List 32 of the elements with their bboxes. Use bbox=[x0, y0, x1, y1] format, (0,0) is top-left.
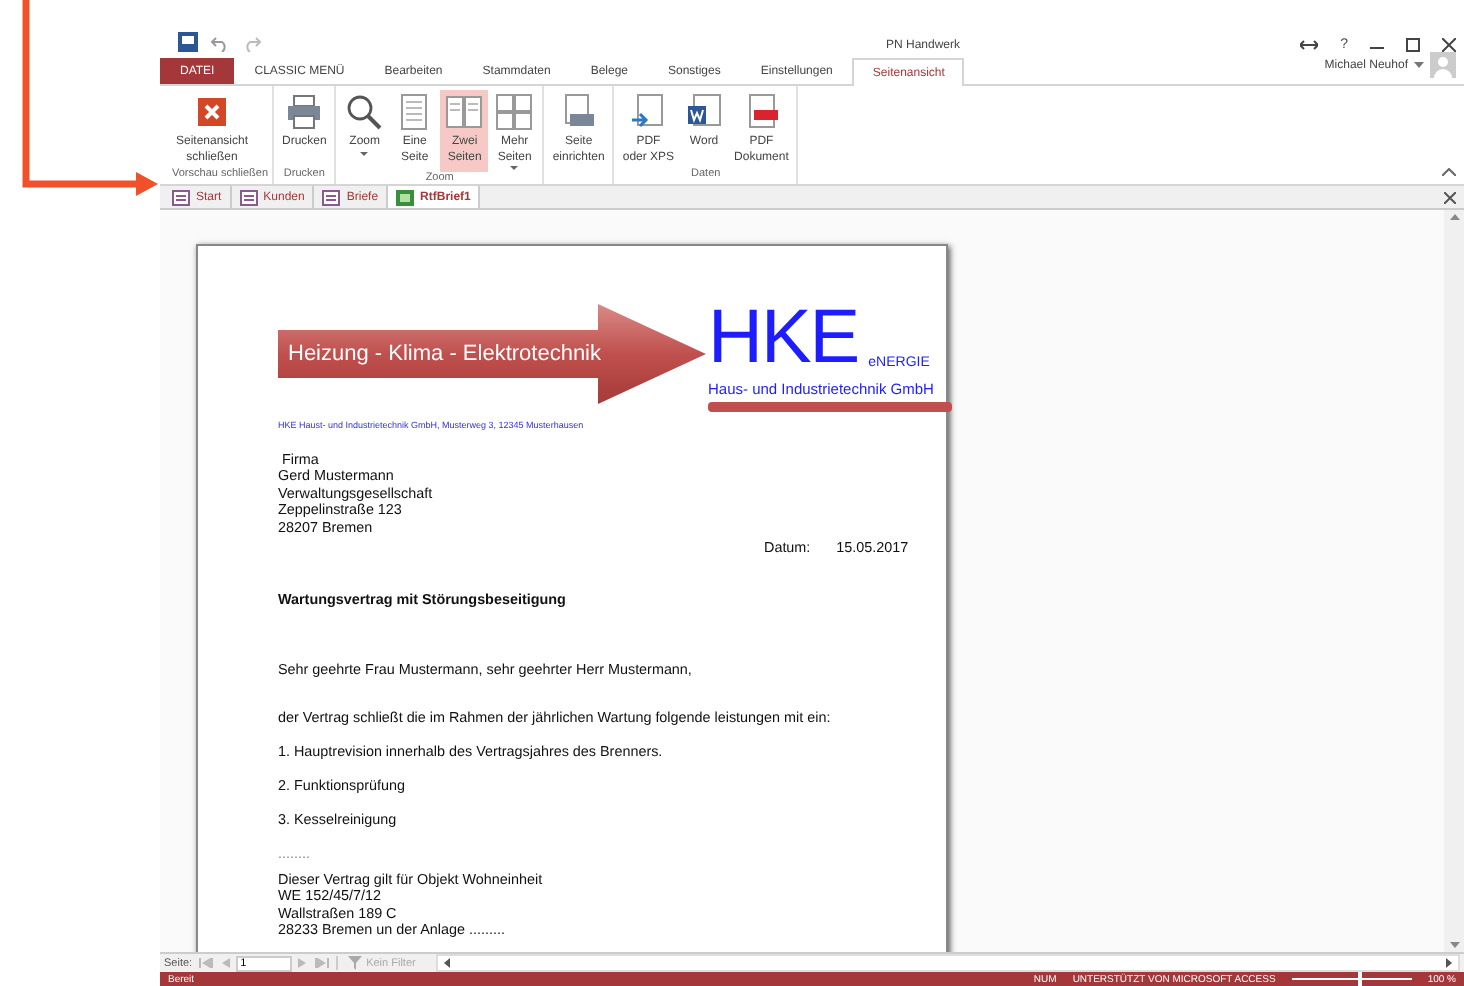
scroll-down-icon[interactable] bbox=[1449, 942, 1459, 948]
vertical-scrollbar[interactable] bbox=[1444, 210, 1464, 952]
printer-icon bbox=[284, 92, 325, 132]
scroll-right-icon[interactable] bbox=[1446, 958, 1452, 968]
export-icon bbox=[628, 92, 669, 132]
next-page-icon[interactable] bbox=[298, 958, 309, 968]
form-icon bbox=[239, 189, 258, 205]
collapse-icon[interactable] bbox=[1442, 168, 1456, 176]
first-page-icon[interactable] bbox=[198, 958, 215, 968]
close-icon[interactable] bbox=[1444, 191, 1456, 203]
report-icon bbox=[396, 189, 415, 205]
maximize-icon[interactable] bbox=[1406, 38, 1420, 52]
form-icon bbox=[172, 189, 190, 205]
caret-icon[interactable] bbox=[1414, 62, 1424, 68]
previous-page-icon[interactable] bbox=[220, 958, 231, 968]
magnifier-icon bbox=[344, 92, 385, 132]
app-icon[interactable] bbox=[178, 32, 198, 52]
undo-icon[interactable] bbox=[210, 36, 230, 52]
close-icon[interactable] bbox=[1442, 38, 1456, 52]
last-page-icon[interactable] bbox=[314, 958, 331, 968]
four-pages-icon bbox=[494, 92, 535, 132]
redo-icon[interactable] bbox=[242, 36, 262, 52]
two-pages-icon bbox=[444, 92, 485, 132]
horizontal-scrollbar[interactable] bbox=[435, 954, 1460, 972]
resize-icon[interactable] bbox=[1300, 40, 1319, 50]
scroll-up-icon[interactable] bbox=[1449, 214, 1459, 220]
slider-thumb[interactable] bbox=[1357, 972, 1362, 986]
word-icon bbox=[684, 92, 725, 132]
form-icon bbox=[322, 189, 341, 205]
logo-wordmark: HKE bbox=[708, 302, 859, 374]
slogan: Heizung - Klima - Elektrotechnik bbox=[288, 342, 602, 366]
scroll-left-icon[interactable] bbox=[443, 958, 450, 968]
